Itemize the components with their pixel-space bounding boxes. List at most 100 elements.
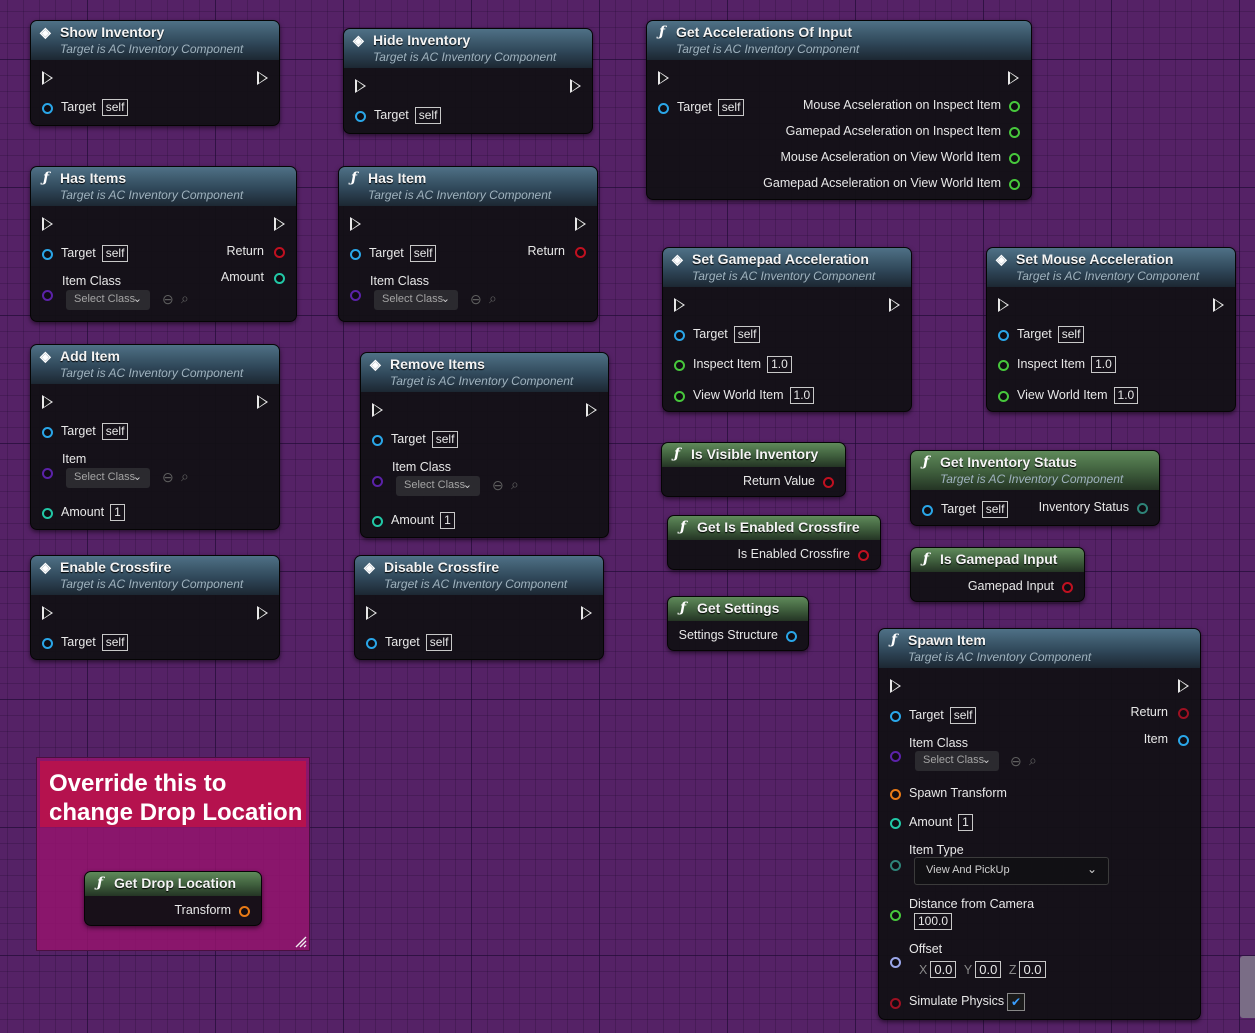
select-class-dropdown[interactable]: Select Class ⌄ xyxy=(374,290,458,310)
node-get-inventory-status[interactable]: ƒ Get Inventory Status Target is AC Inve… xyxy=(910,450,1160,526)
exec-in-pin[interactable] xyxy=(998,298,1009,312)
amount-value[interactable]: 1 xyxy=(110,504,125,521)
node-header[interactable]: ƒ Get Inventory Status Target is AC Inve… xyxy=(911,451,1159,490)
transform-pin[interactable] xyxy=(239,906,250,917)
exec-out-pin[interactable] xyxy=(257,606,268,620)
node-set-gamepad-acceleration[interactable]: ◈ Set Gamepad Acceleration Target is AC … xyxy=(662,247,912,412)
target-pin[interactable] xyxy=(42,638,53,649)
return-pin[interactable] xyxy=(1178,708,1189,719)
target-pin[interactable] xyxy=(42,249,53,260)
amount-pin[interactable] xyxy=(274,273,285,284)
amount-pin[interactable] xyxy=(890,818,901,829)
exec-out-pin[interactable] xyxy=(581,606,592,620)
amount-value[interactable]: 1 xyxy=(958,814,973,831)
exec-out-pin[interactable] xyxy=(257,71,268,85)
gamepad-accel-world-pin[interactable] xyxy=(1009,179,1020,190)
exec-in-pin[interactable] xyxy=(890,679,901,693)
node-header[interactable]: ƒ Has Items Target is AC Inventory Compo… xyxy=(31,167,296,206)
exec-out-pin[interactable] xyxy=(1008,71,1019,85)
gamepad-accel-inspect-pin[interactable] xyxy=(1009,127,1020,138)
inspect-item-pin[interactable] xyxy=(998,360,1009,371)
exec-out-pin[interactable] xyxy=(1213,298,1224,312)
exec-out-pin[interactable] xyxy=(570,79,581,93)
node-header[interactable]: ◈ Hide Inventory Target is AC Inventory … xyxy=(344,29,592,68)
exec-in-pin[interactable] xyxy=(42,395,53,409)
node-header[interactable]: ƒ Is Visible Inventory xyxy=(662,443,845,467)
browse-search-icon[interactable]: ⌕ xyxy=(181,468,189,485)
self-box[interactable]: self xyxy=(414,107,442,124)
item-out-pin[interactable] xyxy=(1178,735,1189,746)
node-add-item[interactable]: ◈ Add Item Target is AC Inventory Compon… xyxy=(30,344,280,530)
exec-in-pin[interactable] xyxy=(42,71,53,85)
exec-out-pin[interactable] xyxy=(274,217,285,231)
exec-in-pin[interactable] xyxy=(372,403,383,417)
node-hide-inventory[interactable]: ◈ Hide Inventory Target is AC Inventory … xyxy=(343,28,593,134)
node-header[interactable]: ƒ Get Drop Location xyxy=(85,872,261,896)
node-set-mouse-acceleration[interactable]: ◈ Set Mouse Acceleration Target is AC In… xyxy=(986,247,1236,412)
target-pin[interactable] xyxy=(890,711,901,722)
self-box[interactable]: self xyxy=(409,245,437,262)
inspect-item-value[interactable]: 1.0 xyxy=(1091,356,1116,373)
self-box[interactable]: self xyxy=(101,423,129,440)
resize-grip-icon[interactable] xyxy=(295,936,307,948)
self-box[interactable]: self xyxy=(425,634,453,651)
exec-in-pin[interactable] xyxy=(658,71,669,85)
node-has-item[interactable]: ƒ Has Item Target is AC Inventory Compon… xyxy=(338,166,598,322)
offset-x-value[interactable]: 0.0 xyxy=(930,961,957,978)
target-pin[interactable] xyxy=(355,111,366,122)
item-class-pin[interactable] xyxy=(372,476,383,487)
amount-pin[interactable] xyxy=(372,516,383,527)
node-get-is-enabled-crossfire[interactable]: ƒ Get Is Enabled Crossfire Is Enabled Cr… xyxy=(667,515,881,570)
item-class-pin[interactable] xyxy=(890,751,901,762)
distance-pin[interactable] xyxy=(890,910,901,921)
node-get-accelerations-of-input[interactable]: ƒ Get Accelerations Of Input Target is A… xyxy=(646,20,1032,200)
node-header[interactable]: ƒ Get Is Enabled Crossfire xyxy=(668,516,880,540)
self-box[interactable]: self xyxy=(1057,326,1085,343)
exec-in-pin[interactable] xyxy=(42,606,53,620)
offset-y-value[interactable]: 0.0 xyxy=(975,961,1002,978)
simulate-physics-checkbox[interactable]: ✔ xyxy=(1007,993,1025,1011)
select-class-dropdown[interactable]: Select Class ⌄ xyxy=(396,476,480,496)
return-pin[interactable] xyxy=(274,247,285,258)
view-world-item-value[interactable]: 1.0 xyxy=(1113,387,1139,404)
node-header[interactable]: ◈ Remove Items Target is AC Inventory Co… xyxy=(361,353,608,392)
node-get-settings[interactable]: ƒ Get Settings Settings Structure xyxy=(667,596,809,651)
node-header[interactable]: ◈ Set Mouse Acceleration Target is AC In… xyxy=(987,248,1235,287)
simulate-physics-pin[interactable] xyxy=(890,998,901,1009)
mouse-accel-world-pin[interactable] xyxy=(1009,153,1020,164)
spawn-transform-pin[interactable] xyxy=(890,789,901,800)
node-is-visible-inventory[interactable]: ƒ Is Visible Inventory Return Value xyxy=(661,442,846,497)
exec-in-pin[interactable] xyxy=(350,217,361,231)
target-pin[interactable] xyxy=(42,103,53,114)
select-class-dropdown[interactable]: Select Class ⌄ xyxy=(915,751,999,771)
self-box[interactable]: self xyxy=(101,634,129,651)
node-header[interactable]: ◈ Enable Crossfire Target is AC Inventor… xyxy=(31,556,279,595)
node-header[interactable]: ƒ Is Gamepad Input xyxy=(911,548,1084,572)
amount-pin[interactable] xyxy=(42,508,53,519)
node-disable-crossfire[interactable]: ◈ Disable Crossfire Target is AC Invento… xyxy=(354,555,604,660)
is-enabled-crossfire-pin[interactable] xyxy=(858,550,869,561)
node-header[interactable]: ◈ Show Inventory Target is AC Inventory … xyxy=(31,21,279,60)
node-header[interactable]: ƒ Get Accelerations Of Input Target is A… xyxy=(647,21,1031,60)
exec-out-pin[interactable] xyxy=(575,217,586,231)
exec-out-pin[interactable] xyxy=(1178,679,1189,693)
node-show-inventory[interactable]: ◈ Show Inventory Target is AC Inventory … xyxy=(30,20,280,126)
node-is-gamepad-input[interactable]: ƒ Is Gamepad Input Gamepad Input xyxy=(910,547,1085,602)
target-pin[interactable] xyxy=(998,330,1009,341)
node-header[interactable]: ◈ Disable Crossfire Target is AC Invento… xyxy=(355,556,603,595)
use-selected-icon[interactable]: ⊖ xyxy=(470,291,482,308)
self-box[interactable]: self xyxy=(717,99,745,116)
node-get-drop-location[interactable]: ƒ Get Drop Location Transform xyxy=(84,871,262,926)
view-world-item-value[interactable]: 1.0 xyxy=(789,387,815,404)
node-header[interactable]: ◈ Add Item Target is AC Inventory Compon… xyxy=(31,345,279,384)
item-class-pin[interactable] xyxy=(42,290,53,301)
item-pin[interactable] xyxy=(42,468,53,479)
use-selected-icon[interactable]: ⊖ xyxy=(492,477,504,494)
view-world-item-pin[interactable] xyxy=(998,391,1009,402)
comment-header[interactable]: Override this to change Drop Location xyxy=(40,761,306,827)
node-enable-crossfire[interactable]: ◈ Enable Crossfire Target is AC Inventor… xyxy=(30,555,280,660)
distance-value[interactable]: 100.0 xyxy=(914,913,953,930)
self-box[interactable]: self xyxy=(431,431,459,448)
node-spawn-item[interactable]: ƒ Spawn Item Target is AC Inventory Comp… xyxy=(878,628,1201,1020)
browse-search-icon[interactable]: ⌕ xyxy=(181,290,189,307)
